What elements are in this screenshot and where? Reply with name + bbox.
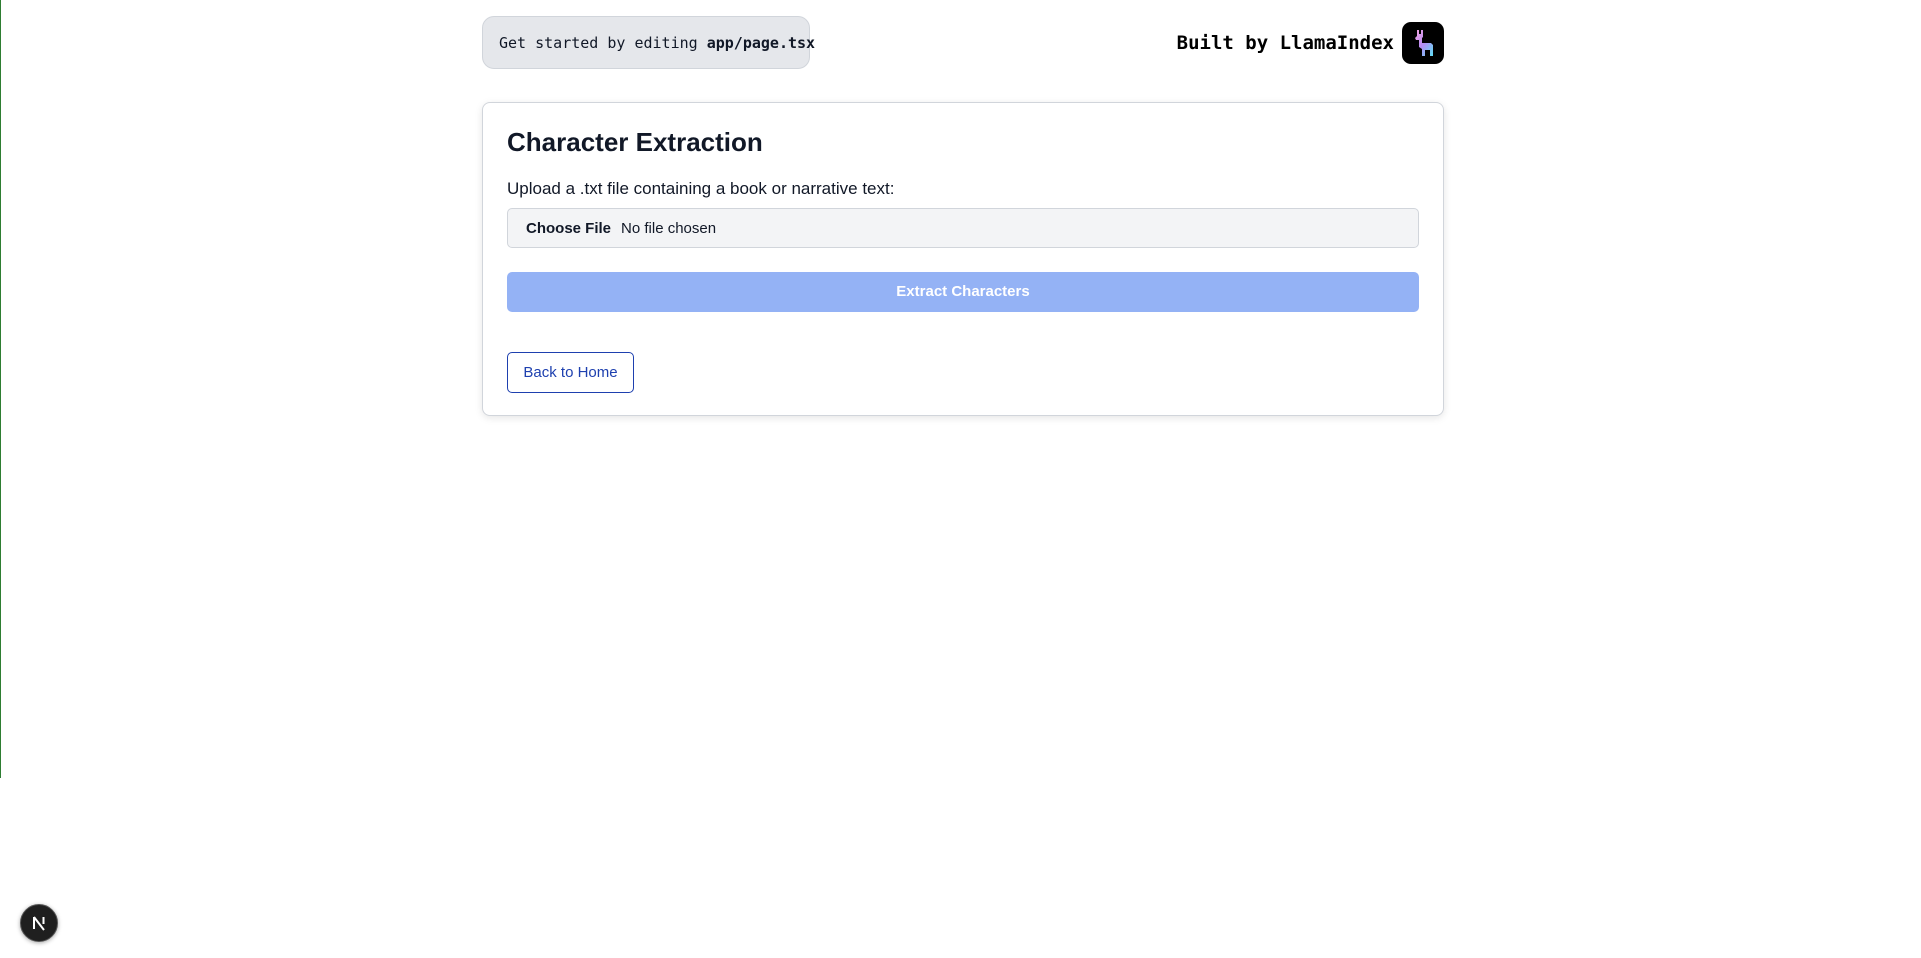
getting-started-hint: Get started by editing app/page.tsx: [482, 16, 815, 69]
upload-label: Upload a .txt file containing a book or …: [507, 179, 895, 198]
nextjs-icon[interactable]: [20, 904, 58, 942]
page-title: Character Extraction: [507, 127, 763, 157]
file-status: No file chosen: [621, 219, 717, 237]
file-input[interactable]: Choose File No file chosen: [507, 208, 1419, 248]
top-bar: Get started by editing app/page.tsx Buil…: [482, 16, 1444, 70]
nextjs-logo-glyph: [33, 916, 45, 931]
choose-file-button[interactable]: Choose File: [526, 220, 611, 237]
built-by-text: Built by LlamaIndex: [1176, 32, 1394, 54]
window-edge: [0, 0, 1, 778]
extract-characters-button[interactable]: Extract Characters: [507, 272, 1419, 312]
character-extraction-card: Character Extraction Upload a .txt file …: [482, 102, 1444, 416]
llama-icon: [1402, 22, 1444, 64]
built-by-llamaindex-link[interactable]: Built by LlamaIndex: [1177, 22, 1444, 64]
hint-code-path: app/page.tsx: [706, 34, 816, 52]
back-to-home-button[interactable]: Back to Home: [507, 352, 634, 393]
hint-text: Get started by editing: [499, 34, 707, 52]
